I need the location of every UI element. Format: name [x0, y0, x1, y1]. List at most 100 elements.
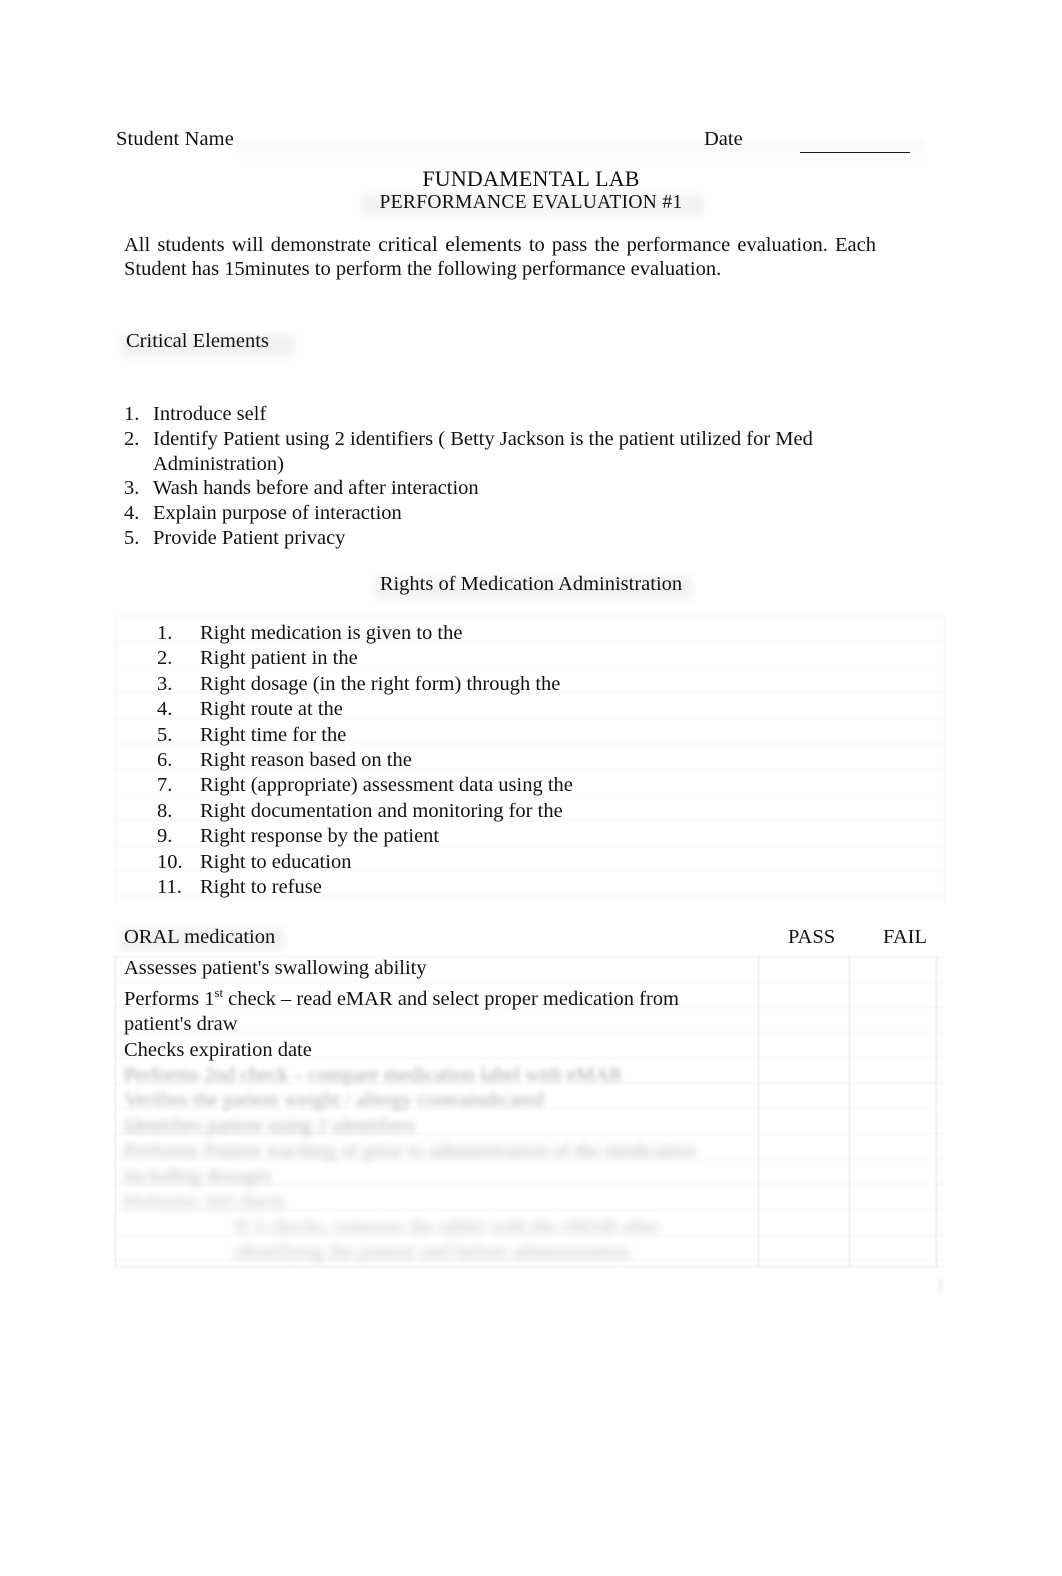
- evaluation-table-body: Assesses patient's swallowing ability Pe…: [115, 956, 945, 1267]
- intro-part1: All students will demonstrate: [124, 234, 379, 256]
- evaluation-table-border-left: [115, 956, 117, 1267]
- date-blank-line: [800, 152, 910, 153]
- list-item-number: 1.: [157, 622, 173, 644]
- list-item-label: Right to refuse: [200, 876, 322, 899]
- intro-emphasis: critical elements: [378, 232, 522, 256]
- list-item: 10. Right to education: [157, 850, 877, 875]
- table-row-illegible: Performs 2nd check – compare medication …: [124, 1063, 744, 1088]
- list-item-number: 7.: [157, 774, 173, 797]
- list-item: 8. Right documentation and monitoring fo…: [157, 799, 877, 824]
- page-number-artifact: 1: [936, 1276, 945, 1295]
- list-item-number: 8.: [157, 799, 173, 822]
- list-item-number: 11.: [157, 876, 182, 899]
- list-item-label: Wash hands before and after interaction: [153, 477, 479, 500]
- list-item-label: Right time for the: [200, 723, 347, 746]
- list-item-label: Right patient in the: [200, 647, 358, 670]
- list-item: 11. Right to refuse: [157, 875, 877, 900]
- list-item-number: 5.: [157, 723, 173, 746]
- list-item: 6. Right reason based on the: [157, 748, 877, 773]
- form-header: Student Name Date: [116, 128, 916, 158]
- list-item-number: 10.: [157, 850, 183, 873]
- table-row-illegible: If 3 checks, removes the tablet with the…: [124, 1215, 744, 1240]
- list-item-number: 3.: [157, 672, 173, 695]
- list-item-number: 3.: [124, 477, 140, 500]
- document-page: Student Name Date FUNDAMENTAL LAB PERFOR…: [0, 0, 1062, 1576]
- list-item-label: Introduce self: [153, 403, 267, 425]
- student-name-label: Student Name: [116, 128, 234, 150]
- table-cell-criteria: Performs Patient teaching of prior to ad…: [124, 1139, 697, 1162]
- list-item-label: Right documentation and monitoring for t…: [200, 799, 563, 822]
- list-item: 4. Right route at the: [157, 697, 877, 722]
- list-item-label: Right dosage (in the right form) through…: [200, 672, 561, 695]
- list-item-number: 5.: [124, 526, 140, 549]
- list-item-label: Identify Patient using 2 identifiers ( B…: [153, 427, 813, 475]
- list-item-label: Right reason based on the: [200, 749, 412, 772]
- list-item: 3. Wash hands before and after interacti…: [124, 476, 904, 501]
- list-item-number: 9.: [157, 825, 173, 848]
- document-subtitle: PERFORMANCE EVALUATION #1: [379, 192, 683, 213]
- evaluation-table-header: ORAL medication PASS FAIL: [115, 922, 945, 956]
- list-item: 5. Provide Patient privacy: [124, 526, 904, 551]
- table-cell-criteria: Verifies the patient weight / allergy co…: [124, 1089, 544, 1112]
- date-label: Date: [704, 128, 743, 150]
- table-cell-criteria: Identifies patient using 2 identifiers: [124, 1114, 416, 1137]
- table-row-illegible: Identifies patient using 2 identifiers: [124, 1114, 744, 1139]
- list-item: 4. Explain purpose of interaction: [124, 501, 904, 526]
- evaluation-table-divider-criteria: [758, 956, 760, 1267]
- evaluation-criteria-column: Assesses patient's swallowing ability Pe…: [124, 956, 744, 1265]
- table-row-illegible: Performs 3rd check: [124, 1190, 744, 1215]
- critical-elements-list: 1. Introduce self 2. Identify Patient us…: [124, 402, 904, 551]
- list-item-label: Provide Patient privacy: [153, 526, 346, 549]
- list-item-label: Right route at the: [200, 698, 343, 721]
- rights-table-right-border: [943, 616, 945, 906]
- list-item-number: 4.: [124, 502, 140, 525]
- evaluation-table-divider-pass: [849, 956, 851, 1267]
- list-item-number: 1.: [124, 403, 140, 425]
- table-cell-criteria: Performs 2nd check – compare medication …: [124, 1064, 623, 1087]
- evaluation-table-border-bottom: [115, 1265, 945, 1267]
- list-item-number: 2.: [157, 647, 173, 670]
- rights-table-left-border: [115, 616, 117, 906]
- list-item: 1. Right medication is given to the: [157, 621, 877, 646]
- list-item: 2. Right patient in the: [157, 646, 877, 671]
- document-title: FUNDAMENTAL LAB: [422, 166, 640, 191]
- list-item-label: Right (appropriate) assessment data usin…: [200, 774, 573, 797]
- list-item-label: Right to education: [200, 850, 352, 873]
- list-item-number: 6.: [157, 749, 173, 772]
- column-header-pass: PASS: [788, 926, 836, 948]
- list-item: 7. Right (appropriate) assessment data u…: [157, 773, 877, 798]
- table-cell-criteria: Performs 3rd check: [124, 1190, 285, 1213]
- table-row-illegible: identifying the patient and before admin…: [124, 1240, 744, 1265]
- list-item: 3. Right dosage (in the right form) thro…: [157, 672, 877, 697]
- table-cell-criteria: identifying the patient and before admin…: [234, 1241, 631, 1264]
- table-cell-criteria: Checks expiration date: [124, 1038, 312, 1061]
- table-cell-criteria-prefix: Performs 1: [124, 988, 215, 1011]
- table-row: Performs 1st check – read eMAR and selec…: [124, 981, 744, 1037]
- rights-table: 1. Right medication is given to the 2. R…: [115, 616, 945, 906]
- table-row-illegible: Performs Patient teaching of prior to ad…: [124, 1139, 744, 1164]
- rights-list: 1. Right medication is given to the 2. R…: [157, 621, 877, 900]
- intro-paragraph: All students will demonstrate critical e…: [124, 232, 876, 281]
- evaluation-table: ORAL medication PASS FAIL Assesses patie…: [115, 922, 945, 1267]
- list-item-number: 2.: [124, 427, 140, 450]
- list-item: 1. Introduce self: [124, 402, 904, 427]
- list-item-label: Explain purpose of interaction: [153, 502, 402, 525]
- list-item: 2. Identify Patient using 2 identifiers …: [124, 427, 904, 477]
- evaluation-table-border-right: [936, 956, 938, 1267]
- critical-elements-heading: Critical Elements: [126, 330, 269, 352]
- column-header-fail: FAIL: [883, 926, 928, 948]
- list-item: 9. Right response by the patient: [157, 824, 877, 849]
- table-row-illegible: Verifies the patient weight / allergy co…: [124, 1088, 744, 1113]
- column-header-criteria: ORAL medication: [124, 926, 276, 948]
- table-row: Assesses patient's swallowing ability: [124, 956, 744, 981]
- table-cell-criteria: If 3 checks, removes the tablet with the…: [234, 1215, 660, 1238]
- table-cell-criteria: Assesses patient's swallowing ability: [124, 957, 427, 979]
- list-item: 5. Right time for the: [157, 723, 877, 748]
- table-row: Checks expiration date: [124, 1038, 744, 1063]
- ordinal-suffix: st: [214, 986, 224, 1001]
- list-item-label: Right medication is given to the: [200, 622, 463, 644]
- table-row-illegible: including dosages: [124, 1164, 744, 1189]
- rights-heading: Rights of Medication Administration: [379, 573, 683, 595]
- list-item-label: Right response by the patient: [200, 825, 440, 848]
- table-cell-criteria: including dosages: [124, 1165, 272, 1188]
